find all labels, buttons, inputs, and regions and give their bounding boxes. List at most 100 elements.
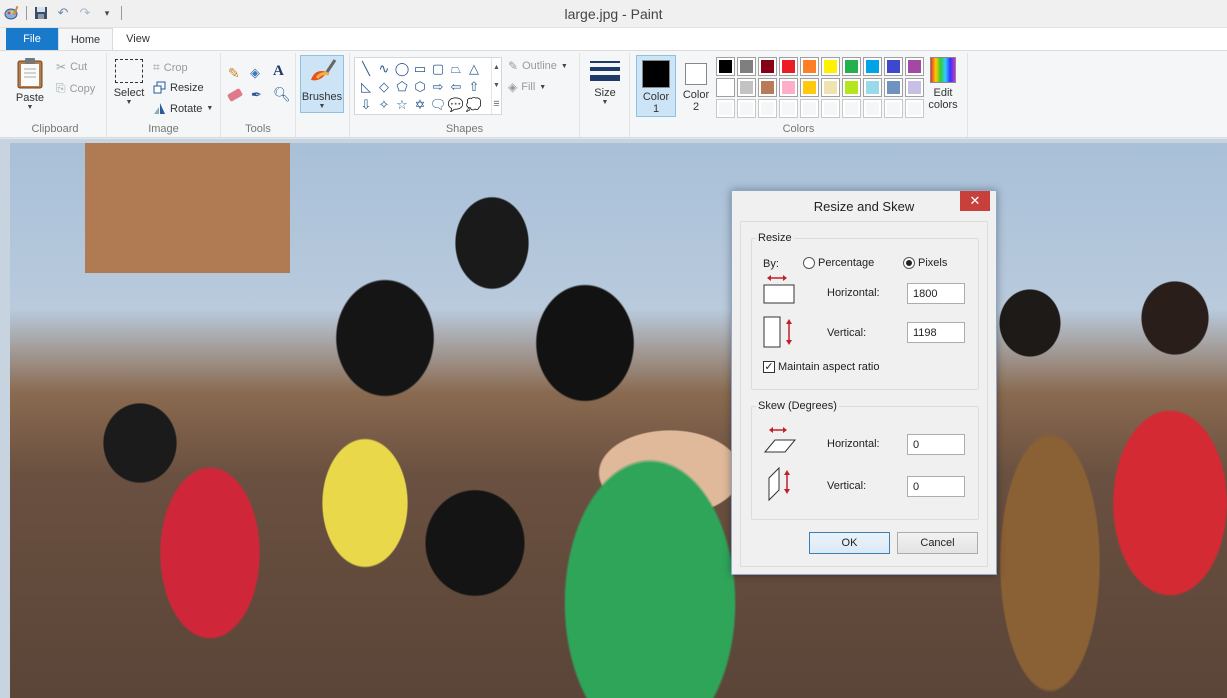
fill-bucket-icon[interactable]: ◈ (250, 65, 260, 81)
outline-dropdown-icon[interactable]: ▼ (561, 63, 568, 70)
skew-vertical-input[interactable] (907, 476, 965, 497)
shape-item-icon[interactable]: 💬 (447, 96, 465, 114)
skew-horizontal-input[interactable] (907, 434, 965, 455)
shape-item-icon[interactable]: ⇦ (447, 78, 465, 96)
maintain-aspect-label: Maintain aspect ratio (778, 361, 880, 373)
canvas-image[interactable] (10, 143, 1227, 698)
rotate-dropdown-icon[interactable]: ▼ (206, 105, 213, 112)
scroll-up-icon[interactable]: ▲ (493, 64, 500, 71)
percentage-radio[interactable]: Percentage (803, 257, 874, 269)
palette-swatch[interactable] (863, 57, 882, 76)
shape-item-icon[interactable]: ⇨ (429, 78, 447, 96)
palette-swatch[interactable] (758, 57, 777, 76)
shape-item-icon[interactable]: ⇧ (465, 78, 483, 96)
palette-swatch[interactable] (884, 78, 903, 97)
shape-item-icon[interactable]: △ (465, 60, 483, 78)
color-picker-icon[interactable]: ✒ (251, 87, 262, 103)
crop-button[interactable]: ⌗ Crop (153, 60, 188, 75)
custom-color-slot[interactable] (884, 99, 903, 118)
shape-item-icon[interactable]: ◇ (375, 78, 393, 96)
shape-item-icon[interactable]: ◺ (357, 78, 375, 96)
resize-button[interactable]: Resize (153, 81, 204, 94)
shape-item-icon[interactable]: ∿ (375, 60, 393, 78)
shape-item-icon[interactable]: ⏢ (447, 60, 465, 78)
close-button[interactable]: ✕ (960, 191, 990, 211)
rotate-button[interactable]: Rotate ▼ (153, 102, 213, 115)
custom-color-slot[interactable] (863, 99, 882, 118)
color1-button[interactable]: Color 1 (636, 55, 676, 117)
palette-swatch[interactable] (716, 57, 735, 76)
tab-file[interactable]: File (6, 28, 58, 50)
text-tool-icon[interactable]: A (273, 63, 284, 80)
shape-item-icon[interactable]: ⬡ (411, 78, 429, 96)
palette-swatch[interactable] (800, 57, 819, 76)
pixels-radio-circle[interactable] (903, 257, 915, 269)
palette-swatch[interactable] (905, 57, 924, 76)
custom-color-slot[interactable] (821, 99, 840, 118)
edit-colors-button[interactable]: Edit colors (924, 57, 962, 111)
palette-swatch[interactable] (905, 78, 924, 97)
cut-button[interactable]: ✂ Cut (56, 60, 87, 74)
size-button[interactable]: Size ▼ (588, 59, 622, 106)
gallery-scrollbar[interactable]: ▲ ▼ ☰ (491, 58, 501, 114)
custom-color-slot[interactable] (716, 99, 735, 118)
color2-button[interactable]: Color 2 (678, 55, 714, 117)
palette-swatch[interactable] (842, 57, 861, 76)
palette-swatch[interactable] (737, 57, 756, 76)
magnifier-icon[interactable]: 🔍︎ (273, 86, 291, 103)
tab-view[interactable]: View (113, 28, 163, 50)
expand-gallery-icon[interactable]: ☰ (493, 100, 499, 108)
shape-item-icon[interactable]: ◯ (393, 60, 411, 78)
palette-swatch[interactable] (758, 78, 777, 97)
shape-item-icon[interactable]: ☆ (393, 96, 411, 114)
shape-item-icon[interactable]: ⬠ (393, 78, 411, 96)
custom-color-slot[interactable] (842, 99, 861, 118)
shape-item-icon[interactable]: ✧ (375, 96, 393, 114)
palette-swatch[interactable] (821, 78, 840, 97)
eraser-icon[interactable] (226, 88, 244, 102)
custom-color-slot[interactable] (758, 99, 777, 118)
shape-item-icon[interactable]: ▢ (429, 60, 447, 78)
shapes-gallery[interactable]: ╲ ∿ ◯ ▭ ▢ ⏢ △ ◺ ◇ ⬠ ⬡ ⇨ ⇦ ⇧ ⇩ ✧ ☆ ✡ 🗨 💬 💭 ▲ ▼ ☰ (354, 57, 502, 115)
palette-swatch[interactable] (842, 78, 861, 97)
shape-item-icon[interactable]: ⇩ (357, 96, 375, 114)
palette-swatch[interactable] (800, 78, 819, 97)
fill-dropdown-icon[interactable]: ▼ (539, 84, 546, 91)
resize-horizontal-input[interactable] (907, 283, 965, 304)
shape-item-icon[interactable]: ╲ (357, 60, 375, 78)
custom-color-slot[interactable] (800, 99, 819, 118)
custom-color-slot[interactable] (737, 99, 756, 118)
custom-color-slot[interactable] (779, 99, 798, 118)
paste-button[interactable]: Paste ▼ (10, 57, 50, 111)
shape-item-icon[interactable]: 🗨 (429, 96, 447, 114)
select-dropdown-icon[interactable]: ▼ (111, 99, 147, 106)
scroll-down-icon[interactable]: ▼ (493, 82, 500, 89)
select-button[interactable]: Select ▼ (111, 59, 147, 106)
tab-home[interactable]: Home (58, 28, 113, 50)
palette-swatch[interactable] (821, 57, 840, 76)
palette-swatch[interactable] (737, 78, 756, 97)
palette-swatch[interactable] (884, 57, 903, 76)
checkmark-icon[interactable]: ✓ (763, 361, 775, 373)
ok-button[interactable]: OK (809, 532, 890, 554)
resize-vertical-input[interactable] (907, 322, 965, 343)
palette-swatch[interactable] (779, 57, 798, 76)
percentage-radio-circle[interactable] (803, 257, 815, 269)
shape-item-icon[interactable]: 💭 (465, 96, 483, 114)
shape-item-icon[interactable]: ✡ (411, 96, 429, 114)
fill-button[interactable]: ◈ Fill ▼ (508, 80, 546, 94)
shape-item-icon[interactable]: ▭ (411, 60, 429, 78)
pixels-radio[interactable]: Pixels (903, 257, 947, 269)
palette-swatch[interactable] (779, 78, 798, 97)
maintain-aspect-checkbox[interactable]: ✓ Maintain aspect ratio (763, 361, 880, 373)
custom-color-slot[interactable] (905, 99, 924, 118)
palette-swatch[interactable] (716, 78, 735, 97)
canvas-area[interactable] (0, 139, 1227, 698)
outline-button[interactable]: ✎ Outline ▼ (508, 59, 568, 73)
cancel-button[interactable]: Cancel (897, 532, 978, 554)
palette-swatch[interactable] (863, 78, 882, 97)
paste-dropdown-icon[interactable]: ▼ (10, 104, 50, 111)
pencil-icon[interactable]: ✎ (228, 65, 240, 82)
size-dropdown-icon[interactable]: ▼ (588, 99, 622, 106)
copy-button[interactable]: ⎘ Copy (56, 81, 95, 96)
